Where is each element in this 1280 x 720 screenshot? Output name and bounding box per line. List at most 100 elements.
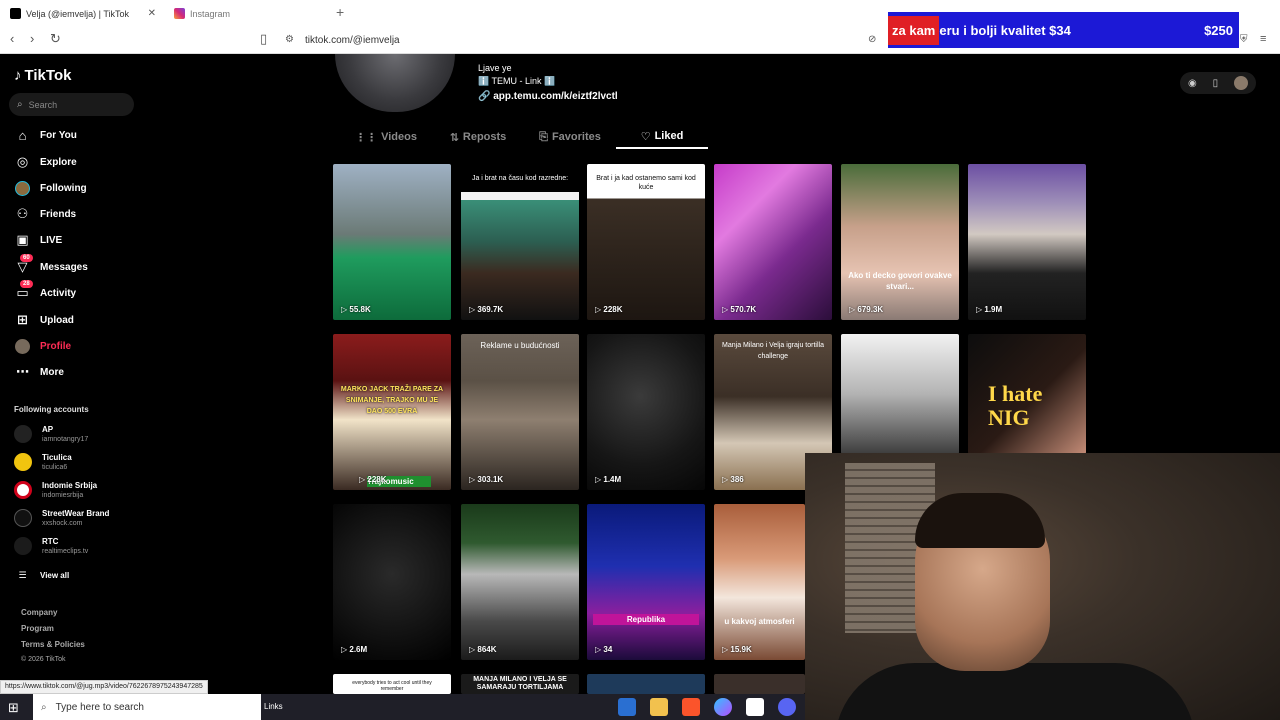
windows-start-icon[interactable]: ⊞	[8, 700, 19, 716]
bio-line: ℹ️ TEMU - Link ℹ️	[478, 76, 556, 86]
account-streetwear[interactable]: StreetWear Brand xxshock.com	[14, 506, 109, 530]
nav-messages[interactable]: ▽ 60 Messages	[14, 253, 88, 277]
tab-label: Reposts	[462, 131, 507, 143]
compass-icon[interactable]: ◉	[1188, 78, 1197, 89]
nav-following[interactable]: Following	[14, 178, 87, 198]
views-value: 369.7K	[477, 305, 504, 314]
account-indomie[interactable]: Indomie Srbija indomiesrbija	[14, 478, 97, 502]
nav-upload[interactable]: ⊞ Upload	[14, 310, 74, 330]
view-count: ▷ 55.8K	[341, 305, 371, 314]
bio-line: Ljave ye	[478, 63, 512, 73]
copilot-icon[interactable]	[714, 698, 732, 716]
list-icon: ☰	[18, 569, 27, 580]
video-thumbnail[interactable]	[714, 674, 805, 694]
nav-friends[interactable]: ⚇ Friends	[14, 204, 76, 224]
tab-tiktok[interactable]: Velja (@iemvelja) | TikTok ✕	[0, 0, 166, 27]
nav-label: Upload	[40, 314, 74, 326]
video-thumbnail[interactable]: I hate NIG	[968, 334, 1086, 454]
taskbar: ⊞ ⌕ Type here to search Links	[0, 694, 805, 720]
nav-profile[interactable]: Profile	[14, 336, 71, 356]
tab-title: Velja (@iemvelja) | TikTok	[26, 8, 130, 19]
view-count: ▷ 228K	[595, 305, 623, 314]
taskbar-search-input[interactable]: ⌕ Type here to search	[33, 694, 261, 720]
views-value: 570.7K	[730, 305, 757, 314]
video-thumbnail[interactable]: ▷ 2.6M	[333, 504, 451, 660]
back-icon[interactable]: ‹	[10, 31, 14, 46]
profile-bio: Ljave ye ℹ️ TEMU - Link ℹ️ 🔗 app.temu.co…	[478, 62, 618, 103]
profile-link[interactable]: 🔗 app.temu.com/k/eiztf2lvctl	[478, 90, 618, 103]
account-rtc[interactable]: RTC realtimeclips.tv	[14, 534, 88, 558]
logo-text: TikTok	[24, 67, 72, 84]
video-overlay-text: Manja Milano i Velja igraju tortilla cha…	[722, 342, 824, 360]
tab-instagram[interactable]: Instagram	[166, 0, 332, 27]
video-thumbnail[interactable]: ▷ 864K	[461, 504, 579, 660]
file-explorer-icon[interactable]	[650, 698, 668, 716]
tab-videos[interactable]: ⋮⋮ Videos	[340, 125, 432, 149]
view-count: ▷ 864K	[469, 645, 497, 654]
ad-text-red: za kam	[888, 15, 940, 45]
video-thumbnail[interactable]: u kakvoj atmosferi ▷ 15.9K	[714, 504, 805, 660]
video-thumbnail[interactable]: ▷ 1.4M	[587, 334, 705, 490]
video-thumbnail[interactable]: ▷ 55.8K	[333, 164, 451, 320]
discord-icon[interactable]	[778, 698, 796, 716]
view-count: ▷ 369.7K	[469, 305, 503, 314]
video-thumbnail[interactable]: Ako ti decko govori ovakve stvari... ▷ 6…	[841, 164, 959, 320]
account-ap[interactable]: AP iamnotangry17	[14, 422, 88, 446]
tab-reposts[interactable]: ⇅ Reposts	[432, 125, 524, 149]
nav-for-you[interactable]: ⌂ For You	[14, 125, 77, 145]
video-thumbnail[interactable]: Republika ▷ 34	[587, 504, 705, 660]
device-icon[interactable]: ▯	[1213, 78, 1219, 89]
url-field[interactable]: tiktok.com/@iemvelja	[305, 35, 400, 46]
nav-more[interactable]: ⋯ More	[14, 362, 64, 382]
nav-explore[interactable]: ◎ Explore	[14, 152, 77, 172]
tab-favorites[interactable]: ⎘ Favorites	[524, 125, 616, 149]
search-input[interactable]: ⌕ Search	[9, 93, 134, 116]
video-thumbnail[interactable]: Ja i brat na času kod razredne: ▷ 369.7K	[461, 164, 579, 320]
tab-liked[interactable]: ♡ Liked	[616, 125, 708, 149]
video-thumbnail[interactable]	[841, 334, 959, 454]
webcam-person-hair	[915, 493, 1045, 548]
shield-icon[interactable]: ⛨	[1240, 34, 1248, 45]
footer-program[interactable]: Program	[21, 624, 54, 633]
user-avatar[interactable]	[1234, 76, 1249, 90]
video-thumbnail[interactable]: ▷ 570.7K	[714, 164, 832, 320]
video-thumbnail[interactable]: everybody tries to act cool until they r…	[333, 674, 451, 694]
new-tab-button[interactable]: +	[336, 4, 344, 20]
close-tab-icon[interactable]: ✕	[148, 8, 156, 19]
tiktok-note-icon: ♪	[14, 67, 22, 84]
footer-terms[interactable]: Terms & Policies	[21, 640, 85, 649]
view-count: ▷ 386	[722, 475, 744, 484]
view-count: ▷ 2.6M	[341, 645, 367, 654]
menu-icon[interactable]: ≡	[1260, 33, 1266, 45]
video-thumbnail[interactable]: MARKO JACK TRAŽI PARE ZA SNIMANJE, TRAJK…	[333, 334, 451, 490]
footer-company[interactable]: Company	[21, 608, 57, 617]
views-value: 15.9K	[730, 645, 752, 654]
video-thumbnail[interactable]: Brat i ja kad ostanemo sami kod kuće ▷ 2…	[587, 164, 705, 320]
brave-icon[interactable]	[682, 698, 700, 716]
video-thumbnail[interactable]: Reklame u budućnosti ▷ 303.1K	[461, 334, 579, 490]
site-info-icon[interactable]: ⚙	[285, 34, 294, 45]
links-toolbar[interactable]: Links	[264, 702, 283, 711]
views-value: 2.6M	[349, 645, 368, 654]
tiktok-logo[interactable]: ♪ TikTok	[14, 67, 71, 84]
forward-icon[interactable]: ›	[30, 31, 34, 46]
video-thumbnail[interactable]: ▷ 1.9M	[968, 164, 1086, 320]
views-value: 228K	[367, 475, 387, 484]
account-ticulica[interactable]: Ticulica ticulica6	[14, 450, 72, 474]
nav-live[interactable]: ▣ LIVE	[14, 230, 62, 250]
messages-badge: 60	[20, 253, 33, 262]
video-overlay-text: I hate NIG	[988, 381, 1043, 430]
reload-icon[interactable]: ↻	[50, 31, 61, 47]
bookmark-icon[interactable]: ▯	[260, 31, 267, 47]
sidebar: ♪ TikTok ⌕ Search ⌂ For You ◎ Explore Follow…	[0, 54, 150, 680]
capcut-icon[interactable]	[746, 698, 764, 716]
view-all-link[interactable]: ☰ View all	[14, 565, 69, 585]
video-thumbnail[interactable]	[587, 674, 705, 694]
app-icon[interactable]	[618, 698, 636, 716]
tiktok-favicon-icon	[10, 8, 21, 19]
views-value: 679.3K	[857, 305, 884, 314]
nav-activity[interactable]: ▭ 28 Activity	[14, 279, 76, 303]
account-name: Ticulica	[42, 452, 72, 462]
translate-icon[interactable]: ⊘	[868, 34, 876, 45]
video-thumbnail[interactable]: MANJA MILANO I VELJA SE SAMARAJU TORTILJ…	[461, 674, 579, 694]
